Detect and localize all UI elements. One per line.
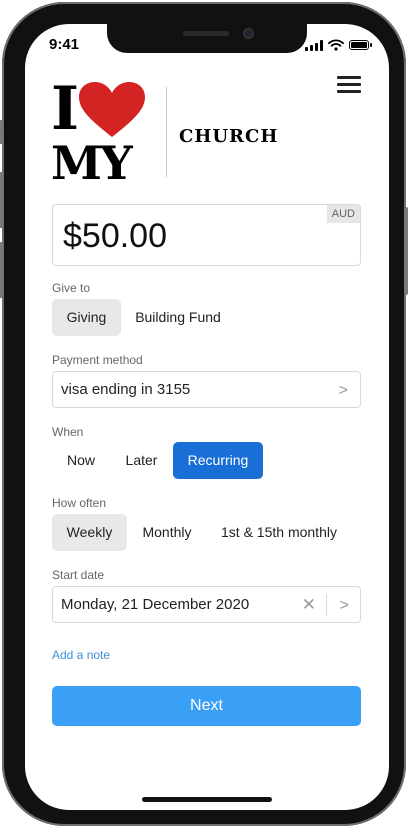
battery-icon bbox=[349, 40, 372, 50]
screen: 9:41 I MY CHURCH $50.00 AUD Give to Givi… bbox=[25, 24, 389, 810]
logo-divider bbox=[166, 87, 167, 177]
volume-down-button bbox=[0, 242, 3, 298]
start-date-label: Start date bbox=[52, 568, 105, 582]
notch bbox=[107, 24, 307, 53]
heart-icon bbox=[79, 82, 145, 137]
camera bbox=[243, 28, 254, 39]
mute-switch bbox=[0, 120, 3, 144]
how-often-option-1st-15th-monthly[interactable]: 1st & 15th monthly bbox=[207, 514, 351, 551]
clear-icon[interactable]: ✕ bbox=[302, 595, 316, 615]
how-often-option-weekly[interactable]: Weekly bbox=[52, 514, 127, 551]
chevron-right-icon[interactable]: > bbox=[340, 597, 349, 615]
when-option-now[interactable]: Now bbox=[52, 442, 110, 479]
power-button bbox=[404, 207, 408, 295]
start-date-picker[interactable]: Monday, 21 December 2020 ✕ > bbox=[52, 586, 361, 623]
church-logo: I MY bbox=[51, 79, 159, 189]
signal-icon bbox=[305, 39, 323, 51]
field-divider bbox=[326, 594, 327, 616]
when-option-recurring[interactable]: Recurring bbox=[173, 442, 263, 479]
speaker bbox=[183, 31, 229, 36]
how-often-option-monthly[interactable]: Monthly bbox=[133, 514, 201, 551]
amount-value: $50.00 bbox=[63, 217, 167, 255]
home-indicator bbox=[142, 797, 272, 802]
when-label: When bbox=[52, 425, 84, 439]
volume-up-button bbox=[0, 172, 3, 228]
amount-input[interactable]: $50.00 AUD bbox=[52, 204, 361, 266]
next-button[interactable]: Next bbox=[52, 686, 361, 726]
phone-frame: 9:41 I MY CHURCH $50.00 AUD Give to Givi… bbox=[0, 2, 408, 826]
status-time: 9:41 bbox=[49, 36, 80, 53]
give-to-option-building-fund[interactable]: Building Fund bbox=[129, 299, 227, 336]
logo-my-text: MY bbox=[51, 136, 133, 190]
payment-method-select[interactable]: visa ending in 3155 > bbox=[52, 371, 361, 408]
wifi-icon bbox=[328, 39, 344, 51]
add-note-link[interactable]: Add a note bbox=[52, 648, 110, 662]
status-icons bbox=[305, 39, 372, 51]
hamburger-menu-icon[interactable] bbox=[337, 76, 361, 94]
when-option-later[interactable]: Later bbox=[114, 442, 169, 479]
start-date-value: Monday, 21 December 2020 bbox=[61, 596, 250, 613]
payment-method-label: Payment method bbox=[52, 353, 143, 367]
church-name: CHURCH bbox=[179, 126, 279, 147]
logo-letter-i: I bbox=[51, 74, 80, 144]
give-to-label: Give to bbox=[52, 281, 91, 295]
how-often-label: How often bbox=[52, 496, 107, 510]
currency-badge: AUD bbox=[326, 205, 360, 223]
payment-method-value: visa ending in 3155 bbox=[61, 381, 191, 398]
give-to-option-giving[interactable]: Giving bbox=[52, 299, 121, 336]
chevron-right-icon: > bbox=[338, 382, 348, 399]
